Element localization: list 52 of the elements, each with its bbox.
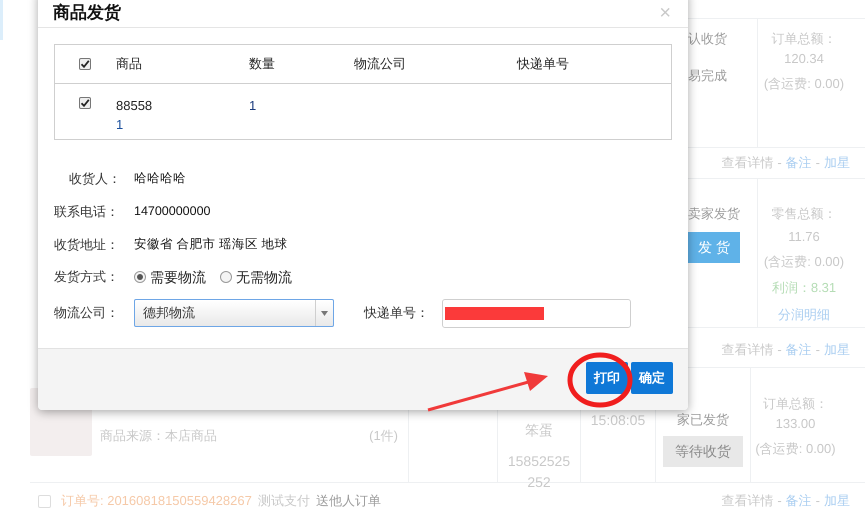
field-label: 收货人：	[68, 170, 122, 188]
order-status: 家已发货	[677, 411, 729, 429]
order-link[interactable]: 备注	[786, 491, 812, 511]
table-cell-text: 88558 1	[116, 97, 152, 134]
field-value: 哈哈哈哈	[134, 170, 186, 188]
link-separator: -	[816, 154, 820, 172]
circle-annotation	[568, 352, 632, 408]
order-link[interactable]: 备注	[786, 153, 812, 172]
caret-icon	[321, 310, 328, 316]
radio-label: 无需物流	[236, 268, 292, 286]
link-separator: -	[777, 154, 782, 172]
dialog-button[interactable]: 确定	[631, 362, 673, 394]
field-value: 安徽省 合肥市 瑶海区 地球	[134, 236, 288, 254]
awaiting-receipt-button[interactable]: 等待收货	[663, 436, 743, 466]
link-separator: -	[816, 341, 820, 359]
order-status: 易完成	[688, 66, 728, 84]
field-value: 14700000000	[134, 203, 210, 220]
carrier-select[interactable]: 德邦物流	[134, 299, 334, 327]
field-label: 联系电话：	[54, 202, 120, 221]
profit-detail-link[interactable]: 分润明细	[778, 305, 830, 324]
table-cell: 1	[249, 98, 256, 113]
link-separator: -	[816, 492, 820, 510]
column-header: 快递单号	[517, 56, 569, 72]
radio-button[interactable]	[134, 271, 146, 283]
close-button[interactable]: ×	[659, 0, 671, 28]
radio-label: 需要物流	[150, 268, 206, 286]
radio-button[interactable]	[220, 271, 232, 283]
ship-button[interactable]: 发 货	[688, 232, 740, 262]
checkbox[interactable]	[79, 97, 91, 109]
checkbox[interactable]	[79, 58, 91, 70]
order-type: 送他人订单	[316, 492, 382, 510]
tracking-number-field[interactable]	[442, 298, 631, 328]
dialog-button[interactable]: 打印	[586, 362, 628, 394]
field-label: 物流公司：	[54, 304, 120, 322]
column-header: 数量	[249, 56, 275, 72]
order-number: 订单号: 20160818150559428267	[61, 492, 252, 510]
field-label: 发货方式：	[54, 268, 120, 286]
order-link[interactable]: 加星	[824, 340, 850, 360]
column-header: 物流公司	[354, 56, 406, 72]
profit-text: 利润：8.31	[772, 278, 836, 296]
link-separator: -	[777, 341, 782, 359]
order-status: 认收货	[688, 30, 728, 48]
side-stripe	[0, 0, 3, 40]
order-link[interactable]: 加星	[824, 153, 850, 172]
order-link[interactable]: 备注	[786, 340, 812, 360]
field-label: 收货地址：	[54, 236, 120, 254]
order-status: 卖家发货	[688, 205, 740, 223]
order-link[interactable]: 加星	[824, 491, 850, 511]
dialog-title: 商品发货	[53, 2, 121, 24]
link-separator: -	[777, 492, 782, 510]
field-label: 快递单号：	[364, 304, 430, 322]
column-header: 商品	[116, 56, 142, 72]
